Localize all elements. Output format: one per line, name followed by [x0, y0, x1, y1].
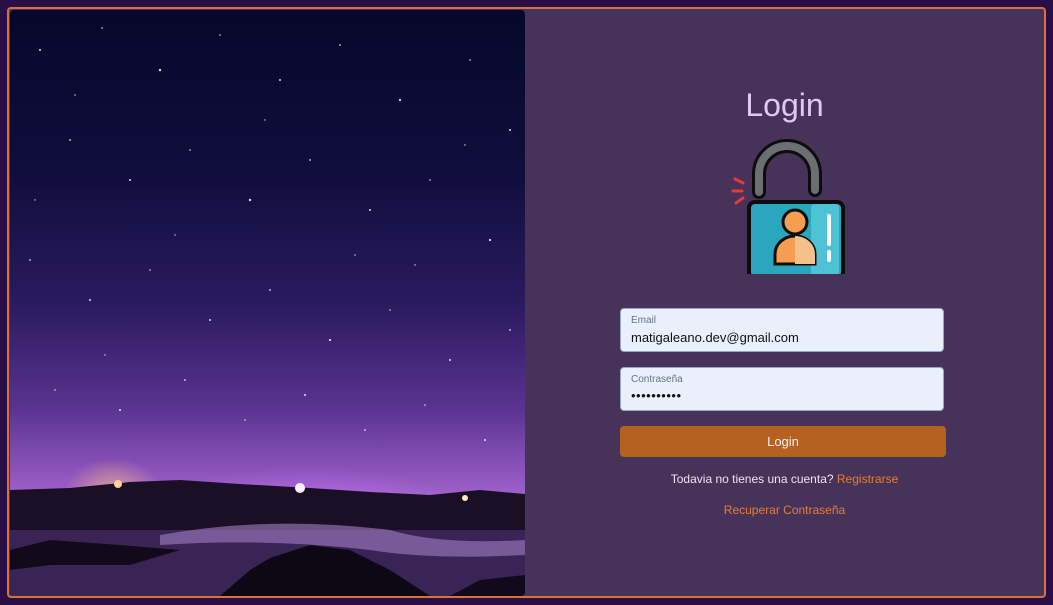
email-label: Email: [631, 315, 657, 326]
password-label: Contraseña: [631, 374, 683, 385]
password-field[interactable]: Contraseña ••••••••••: [620, 367, 944, 411]
signup-prompt: Todavia no tienes una cuenta? Registrars…: [525, 472, 1044, 486]
night-sky-illustration: [10, 27, 525, 596]
email-field[interactable]: Email matigaleano.dev@gmail.com: [620, 308, 944, 352]
unlocked-padlock-user-icon: [725, 134, 845, 280]
password-value[interactable]: ••••••••••: [631, 388, 682, 403]
page-title: Login: [745, 87, 824, 123]
background-photo: [10, 10, 525, 596]
no-account-text: Todavia no tienes una cuenta?: [670, 472, 834, 486]
email-value[interactable]: matigaleano.dev@gmail.com: [631, 330, 799, 345]
login-button[interactable]: Login: [620, 426, 946, 457]
register-link[interactable]: Registrarse: [837, 472, 898, 486]
login-panel: Login Email matigaleano.dev@gmail.com Co…: [525, 9, 1044, 596]
recover-password-link[interactable]: Recuperar Contraseña: [525, 503, 1044, 517]
login-card: Login Email matigaleano.dev@gmail.com Co…: [7, 7, 1046, 598]
